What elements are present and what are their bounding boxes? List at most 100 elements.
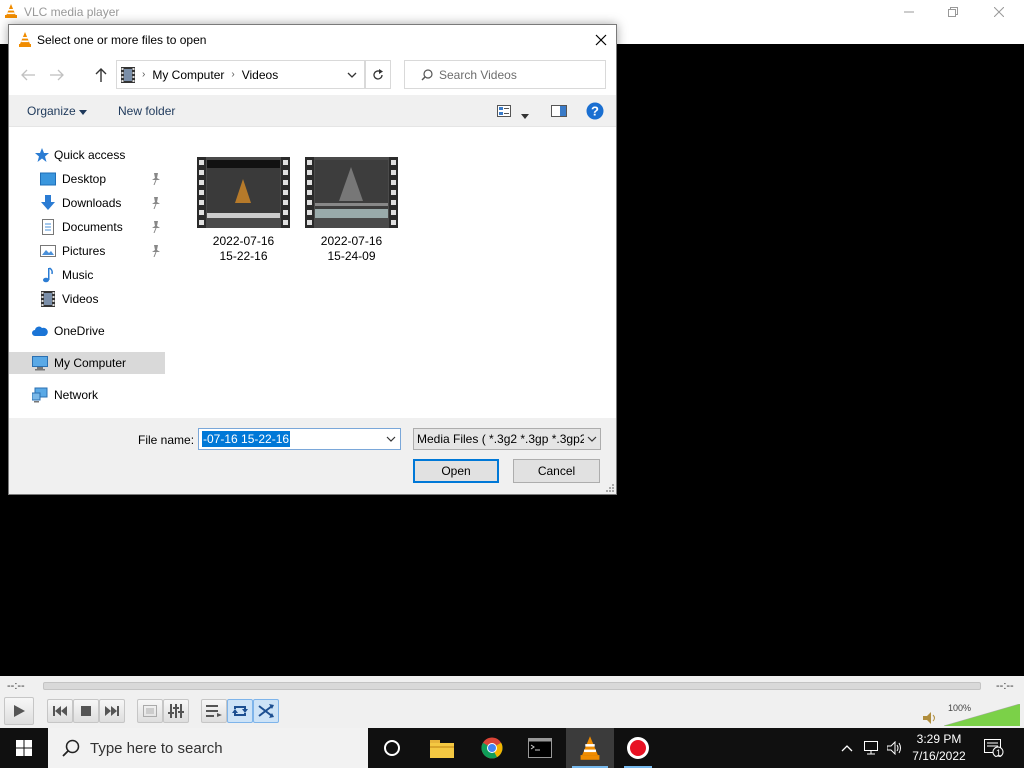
notification-count: 1 <box>996 748 1002 758</box>
video-folder-icon <box>121 66 135 83</box>
next-button[interactable] <box>99 699 125 723</box>
terminal-icon <box>528 738 552 758</box>
taskbar-recorder[interactable] <box>614 728 662 768</box>
file-type-select[interactable]: Media Files ( *.3g2 *.3gp *.3gp2 <box>413 428 601 450</box>
refresh-button[interactable] <box>364 60 391 89</box>
vlc-cone-icon <box>580 736 600 760</box>
volume-control[interactable]: 100% <box>920 698 1020 726</box>
change-view-button[interactable] <box>497 105 511 120</box>
address-bar[interactable]: › My Computer › Videos <box>116 60 366 89</box>
nav-network[interactable]: Network <box>9 384 165 406</box>
shuffle-button[interactable] <box>253 699 279 723</box>
file-name-input[interactable]: -07-16 15-22-16 <box>198 428 401 450</box>
download-arrow-icon <box>41 195 55 210</box>
file-type-dropdown[interactable] <box>584 429 600 449</box>
remaining-time: --:-- <box>996 680 1014 692</box>
controls-bar: 100% <box>0 696 1024 728</box>
file-type-value: Media Files ( *.3g2 *.3gp *.3gp2 <box>417 432 587 446</box>
preview-pane-button[interactable] <box>551 105 567 120</box>
nav-quick-access[interactable]: Quick access <box>9 144 165 166</box>
file-item[interactable]: 2022-07-16 15-22-16 <box>186 154 290 264</box>
previous-button[interactable] <box>47 699 73 723</box>
organize-menu[interactable]: Organize <box>27 104 88 118</box>
forward-arrow-icon <box>50 69 64 81</box>
help-button[interactable]: ? <box>586 102 604 123</box>
video-thumbnail-icon <box>197 157 290 228</box>
minimize-button[interactable] <box>886 0 932 24</box>
clock-date: 7/16/2022 <box>912 749 966 763</box>
dialog-title: Select one or more files to open <box>37 33 207 47</box>
resize-grip-icon[interactable] <box>606 484 614 492</box>
nav-downloads[interactable]: Downloads <box>9 192 165 214</box>
play-button[interactable] <box>4 697 34 725</box>
show-hidden-icons-button[interactable] <box>836 728 858 768</box>
navigation-bar: › My Computer › Videos Search Videos <box>9 55 616 95</box>
nav-videos[interactable]: Videos <box>9 288 165 310</box>
stop-button[interactable] <box>73 699 99 723</box>
clock-time: 3:29 PM <box>916 732 962 746</box>
search-box[interactable]: Search Videos <box>404 60 606 89</box>
taskbar: Type here to search 3:29 PM 7/16/2022 1 <box>0 728 1024 768</box>
network-tray-button[interactable] <box>860 728 882 768</box>
help-icon: ? <box>586 102 604 120</box>
nav-documents-label: Documents <box>62 220 123 234</box>
dialog-close-button[interactable] <box>586 25 616 55</box>
nav-my-computer-label: My Computer <box>54 356 127 370</box>
chevron-down-icon <box>386 436 396 442</box>
taskbar-search[interactable]: Type here to search <box>48 728 368 768</box>
film-strip-icon <box>41 291 55 307</box>
loop-button[interactable] <box>227 699 253 723</box>
nav-my-computer[interactable]: My Computer <box>9 352 165 374</box>
task-view-button[interactable] <box>368 728 416 768</box>
navigation-pane: Quick access Desktop Downloads Documents… <box>9 128 165 418</box>
view-options-dropdown[interactable] <box>521 108 529 122</box>
maximize-button[interactable] <box>930 0 976 24</box>
search-icon <box>421 68 433 80</box>
preview-pane-icon <box>551 105 567 117</box>
new-folder-button[interactable]: New folder <box>118 104 175 118</box>
file-name-history-dropdown[interactable] <box>382 429 400 449</box>
volume-slider[interactable] <box>944 704 1020 726</box>
pin-icon <box>152 173 160 185</box>
taskbar-chrome[interactable] <box>468 728 516 768</box>
breadcrumb-my-computer[interactable]: My Computer <box>152 68 224 82</box>
action-center-button[interactable]: 1 <box>980 728 1008 768</box>
nav-videos-label: Videos <box>62 292 99 306</box>
network-icon <box>32 387 48 403</box>
close-button[interactable] <box>976 0 1022 24</box>
nav-downloads-label: Downloads <box>62 196 122 210</box>
nav-pictures[interactable]: Pictures <box>9 240 165 262</box>
playlist-button[interactable] <box>201 699 227 723</box>
chrome-icon <box>481 737 503 759</box>
cancel-button[interactable]: Cancel <box>513 459 600 483</box>
vlc-cone-icon <box>5 4 17 18</box>
chevron-down-icon[interactable] <box>347 72 357 78</box>
clock[interactable]: 3:29 PM 7/16/2022 <box>900 731 978 765</box>
nav-documents[interactable]: Documents <box>9 216 165 238</box>
network-wired-icon <box>864 741 878 755</box>
file-item[interactable]: 2022-07-16 15-24-09 <box>294 154 398 264</box>
open-button[interactable]: Open <box>413 459 499 483</box>
back-button[interactable] <box>17 64 39 86</box>
caret-down-icon <box>79 110 88 115</box>
dialog-footer: File name: -07-16 15-22-16 Media Files (… <box>9 418 616 494</box>
breadcrumb-videos[interactable]: Videos <box>242 68 278 82</box>
forward-button[interactable] <box>46 64 68 86</box>
taskbar-file-explorer[interactable] <box>418 728 466 768</box>
seek-row: --:-- --:-- <box>0 676 1024 696</box>
elapsed-time: --:-- <box>7 680 25 692</box>
seek-slider[interactable] <box>43 682 981 690</box>
nav-onedrive[interactable]: OneDrive <box>9 320 165 342</box>
taskbar-terminal[interactable] <box>516 728 564 768</box>
taskbar-vlc[interactable] <box>566 728 614 768</box>
fullscreen-button[interactable] <box>137 699 163 723</box>
next-icon <box>105 706 119 716</box>
taskbar-search-placeholder: Type here to search <box>90 739 223 757</box>
nav-music[interactable]: Music <box>9 264 165 286</box>
music-note-icon <box>43 267 53 283</box>
extended-settings-button[interactable] <box>163 699 189 723</box>
up-button[interactable] <box>90 64 112 86</box>
start-button[interactable] <box>0 728 48 768</box>
chevron-down-icon <box>587 436 597 442</box>
nav-desktop[interactable]: Desktop <box>9 168 165 190</box>
